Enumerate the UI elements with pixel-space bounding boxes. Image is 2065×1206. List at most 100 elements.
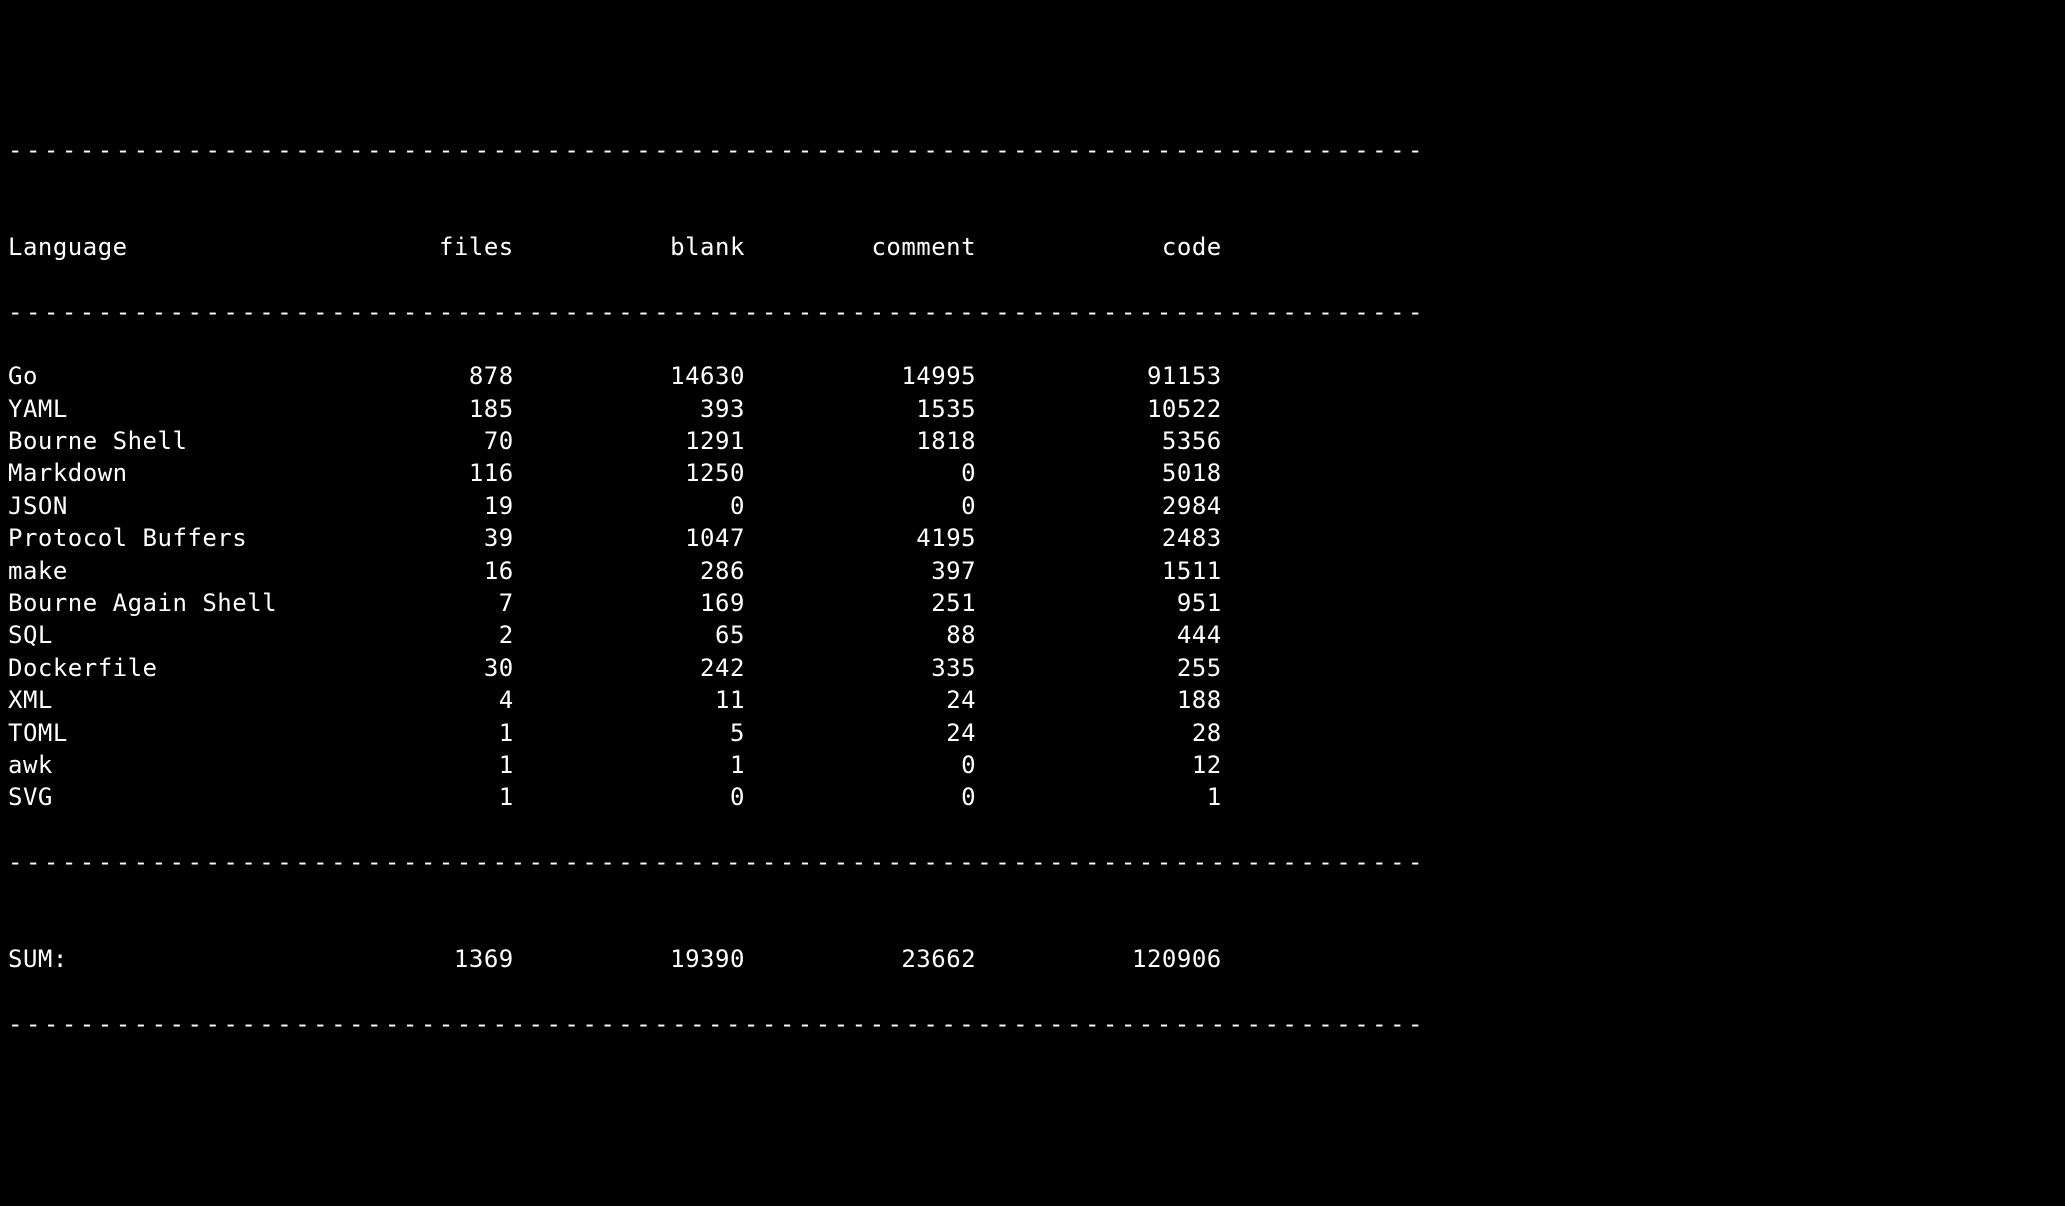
cell-blank: 11 <box>514 684 745 716</box>
cell-comment: 24 <box>745 717 976 749</box>
cell-files: 7 <box>355 587 514 619</box>
cell-blank: 1 <box>514 749 745 781</box>
sum-blank: 19390 <box>514 943 745 975</box>
cell-language: Bourne Again Shell <box>8 587 355 619</box>
cell-comment: 1535 <box>745 393 976 425</box>
sum-comment: 23662 <box>745 943 976 975</box>
separator-after-header: ----------------------------------------… <box>8 296 2057 328</box>
cell-code: 1511 <box>976 555 1222 587</box>
table-row: Go878146301499591153 <box>8 360 2057 392</box>
cell-blank: 1047 <box>514 522 745 554</box>
cell-code: 2984 <box>976 490 1222 522</box>
sum-row: SUM:13691939023662120906 <box>8 911 2057 976</box>
cell-blank: 5 <box>514 717 745 749</box>
cell-blank: 1291 <box>514 425 745 457</box>
cell-blank: 1250 <box>514 457 745 489</box>
cell-code: 28 <box>976 717 1222 749</box>
table-row: make162863971511 <box>8 555 2057 587</box>
table-row: Bourne Shell70129118185356 <box>8 425 2057 457</box>
table-row: SVG1001 <box>8 781 2057 813</box>
separator-top: ----------------------------------------… <box>8 134 2057 166</box>
sum-code: 120906 <box>976 943 1222 975</box>
cell-files: 2 <box>355 619 514 651</box>
cell-code: 5356 <box>976 425 1222 457</box>
cell-files: 4 <box>355 684 514 716</box>
cell-files: 1 <box>355 749 514 781</box>
cell-language: awk <box>8 749 355 781</box>
cell-files: 185 <box>355 393 514 425</box>
cell-language: Go <box>8 360 355 392</box>
cell-code: 255 <box>976 652 1222 684</box>
cell-comment: 14995 <box>745 360 976 392</box>
cell-files: 16 <box>355 555 514 587</box>
table-row: awk11012 <box>8 749 2057 781</box>
sum-files: 1369 <box>355 943 514 975</box>
cell-comment: 24 <box>745 684 976 716</box>
cell-code: 444 <box>976 619 1222 651</box>
table-row: Markdown116125005018 <box>8 457 2057 489</box>
cell-files: 19 <box>355 490 514 522</box>
cell-files: 1 <box>355 781 514 813</box>
table-row: Protocol Buffers39104741952483 <box>8 522 2057 554</box>
cell-language: XML <box>8 684 355 716</box>
cell-language: Dockerfile <box>8 652 355 684</box>
cell-blank: 14630 <box>514 360 745 392</box>
cell-language: Markdown <box>8 457 355 489</box>
cell-files: 1 <box>355 717 514 749</box>
cell-comment: 1818 <box>745 425 976 457</box>
table-row: Dockerfile30242335255 <box>8 652 2057 684</box>
cell-comment: 0 <box>745 490 976 522</box>
cell-language: Protocol Buffers <box>8 522 355 554</box>
header-blank: blank <box>514 231 745 263</box>
header-row: Languagefilesblankcommentcode <box>8 198 2057 263</box>
table-row: JSON19002984 <box>8 490 2057 522</box>
cell-blank: 169 <box>514 587 745 619</box>
header-files: files <box>355 231 514 263</box>
cell-files: 39 <box>355 522 514 554</box>
sum-label: SUM: <box>8 943 355 975</box>
cell-code: 1 <box>976 781 1222 813</box>
table-row: YAML185393153510522 <box>8 393 2057 425</box>
cell-code: 188 <box>976 684 1222 716</box>
cell-files: 30 <box>355 652 514 684</box>
header-code: code <box>976 231 1222 263</box>
cell-language: SQL <box>8 619 355 651</box>
cell-code: 12 <box>976 749 1222 781</box>
cell-blank: 65 <box>514 619 745 651</box>
table-row: TOML152428 <box>8 717 2057 749</box>
cell-language: Bourne Shell <box>8 425 355 457</box>
separator-before-sum: ----------------------------------------… <box>8 846 2057 878</box>
cell-comment: 397 <box>745 555 976 587</box>
cell-files: 70 <box>355 425 514 457</box>
cell-language: TOML <box>8 717 355 749</box>
separator-bottom: ----------------------------------------… <box>8 1008 2057 1040</box>
cell-code: 2483 <box>976 522 1222 554</box>
cell-code: 91153 <box>976 360 1222 392</box>
cell-comment: 88 <box>745 619 976 651</box>
cell-comment: 4195 <box>745 522 976 554</box>
cell-language: YAML <box>8 393 355 425</box>
table-row: Bourne Again Shell7169251951 <box>8 587 2057 619</box>
cloc-output: { "headers": { "language": "Language", "… <box>0 0 2065 1206</box>
cell-comment: 0 <box>745 781 976 813</box>
cell-language: make <box>8 555 355 587</box>
cell-blank: 0 <box>514 781 745 813</box>
cell-code: 5018 <box>976 457 1222 489</box>
header-language: Language <box>8 231 355 263</box>
cell-comment: 251 <box>745 587 976 619</box>
cell-language: SVG <box>8 781 355 813</box>
table-body: Go878146301499591153YAML185393153510522B… <box>8 360 2057 813</box>
cell-comment: 0 <box>745 749 976 781</box>
cell-blank: 286 <box>514 555 745 587</box>
cell-blank: 393 <box>514 393 745 425</box>
header-comment: comment <box>745 231 976 263</box>
cell-blank: 242 <box>514 652 745 684</box>
table-row: SQL26588444 <box>8 619 2057 651</box>
cell-comment: 335 <box>745 652 976 684</box>
cell-comment: 0 <box>745 457 976 489</box>
cell-code: 10522 <box>976 393 1222 425</box>
cell-files: 878 <box>355 360 514 392</box>
cell-language: JSON <box>8 490 355 522</box>
cell-files: 116 <box>355 457 514 489</box>
cell-code: 951 <box>976 587 1222 619</box>
